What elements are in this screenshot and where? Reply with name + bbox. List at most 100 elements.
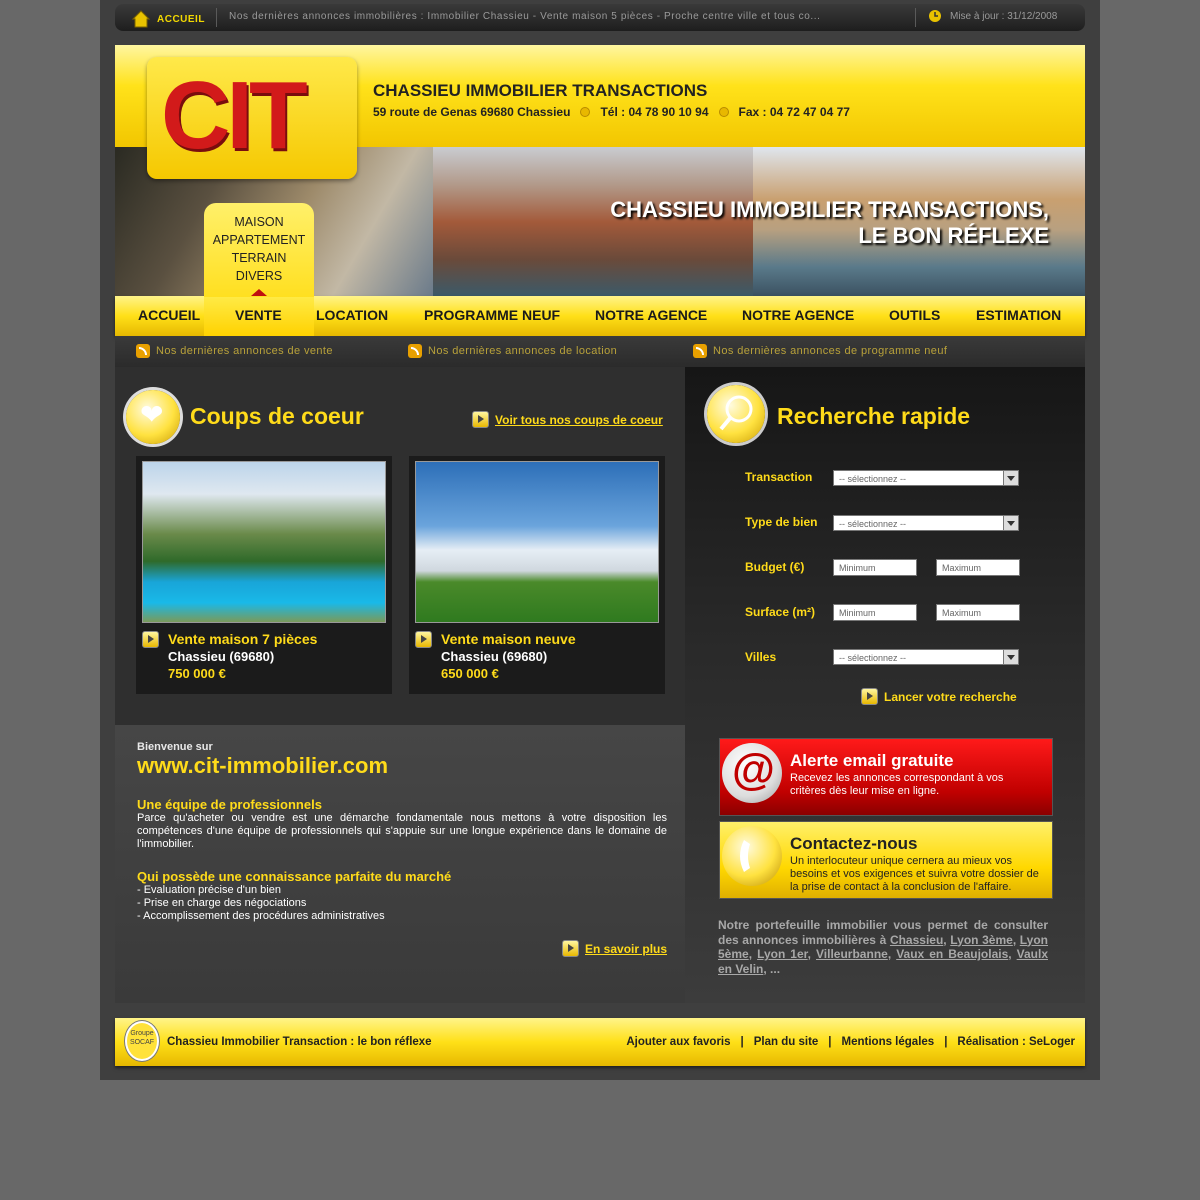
card-price: 650 000 €	[441, 666, 499, 681]
main-nav: ACCUEIL VENTE LOCATION PROGRAMME NEUF NO…	[115, 294, 1085, 336]
rss-icon	[136, 344, 150, 358]
list-item: - Evaluation précise d'un bien	[137, 884, 281, 896]
welcome-heading-1: Une équipe de professionnels	[137, 797, 322, 812]
separator: |	[828, 1036, 832, 1048]
budget-min-input[interactable]: Minimum	[833, 559, 917, 576]
favorites-title: Coups de coeur	[190, 403, 364, 429]
surface-label: Surface (m²)	[745, 605, 816, 619]
submenu-item-terrain[interactable]: TERRAIN	[204, 249, 314, 267]
news-ticker[interactable]: Nos dernières annonces immobilières : Im…	[229, 11, 909, 22]
footer-slogan: Chassieu Immobilier Transaction : le bon…	[167, 1036, 432, 1048]
update-date: Mise à jour : 31/12/2008	[928, 9, 1057, 23]
city-link[interactable]: Chassieu	[890, 933, 943, 947]
home-link[interactable]: ACCUEIL	[131, 9, 205, 29]
sitemap-link[interactable]: Plan du site	[754, 1036, 819, 1048]
credits-link[interactable]: Réalisation : SeLoger	[957, 1036, 1075, 1048]
nav-notre-agence-2[interactable]: NOTRE AGENCE	[742, 307, 854, 323]
property-type-label: Type de bien	[745, 515, 818, 529]
nav-notre-agence[interactable]: NOTRE AGENCE	[595, 307, 707, 323]
select-value: -- sélectionnez --	[839, 474, 907, 484]
see-all-favorites-link[interactable]: Voir tous nos coups de coeur	[472, 411, 663, 428]
contact-title: Contactez-nous	[790, 834, 918, 853]
rss-label: Nos dernières annonces de vente	[156, 345, 333, 357]
contact-description: Un interlocuteur unique cernera au mieux…	[790, 855, 1039, 893]
slogan-line-2: LE BON RÉFLEXE	[858, 223, 1049, 248]
budget-label: Budget (€)	[745, 560, 805, 574]
contact-banner[interactable]: Contactez-nous Un interlocuteur unique c…	[719, 821, 1053, 899]
search-title: Recherche rapide	[777, 403, 971, 429]
search-submit-button[interactable]: Lancer votre recherche	[861, 688, 1017, 705]
portfolio-ellipsis: ...	[770, 961, 781, 976]
header-banner: CIT CHASSIEU IMMOBILIER TRANSACTIONS 59 …	[115, 45, 1085, 297]
chevron-down-icon	[1003, 471, 1018, 485]
rss-icon	[693, 344, 707, 358]
property-type-select[interactable]: -- sélectionnez --	[833, 515, 1019, 531]
card-price: 750 000 €	[168, 666, 226, 681]
nav-accueil[interactable]: ACCUEIL	[138, 307, 200, 323]
property-photo-villa-pool[interactable]	[142, 461, 386, 623]
welcome-paragraph: Parce qu'acheter ou vendre est une démar…	[137, 812, 667, 850]
nav-location[interactable]: LOCATION	[316, 307, 388, 323]
favorite-card[interactable]: Vente maison 7 pièces Chassieu (69680) 7…	[136, 456, 392, 694]
budget-max-input[interactable]: Maximum	[936, 559, 1020, 576]
card-title[interactable]: Vente maison neuve	[441, 631, 576, 647]
favorite-card[interactable]: Vente maison neuve Chassieu (69680) 650 …	[409, 456, 665, 694]
transaction-select[interactable]: -- sélectionnez --	[833, 470, 1019, 486]
bullet-icon	[580, 107, 591, 117]
arrow-right-icon	[562, 940, 579, 957]
rss-icon	[408, 344, 422, 358]
card-title[interactable]: Vente maison 7 pièces	[168, 631, 317, 647]
rss-link-location[interactable]: Nos dernières annonces de location	[408, 344, 617, 358]
socaf-seal-logo: Groupe SOCAF	[125, 1021, 159, 1061]
welcome-heading-2: Qui possède une connaissance parfaite du…	[137, 869, 452, 884]
arrow-right-icon	[415, 631, 432, 648]
property-photo-new-house[interactable]	[415, 461, 659, 623]
email-alert-banner[interactable]: @ Alerte email gratuite Recevez les anno…	[719, 738, 1053, 816]
address-text: 59 route de Genas 69680 Chassieu	[373, 105, 571, 119]
submenu-item-divers[interactable]: DIVERS	[204, 267, 314, 285]
welcome-text: Bienvenue sur www.cit-immobilier.com Une…	[137, 741, 667, 923]
company-address: 59 route de Genas 69680 Chassieu Tél : 0…	[373, 105, 850, 119]
right-column: Recherche rapide Transaction -- sélectio…	[685, 367, 1085, 1003]
rss-link-vente[interactable]: Nos dernières annonces de vente	[136, 344, 333, 358]
cit-logo[interactable]: CIT	[147, 57, 357, 179]
card-city: Chassieu (69680)	[441, 649, 548, 664]
footer-links: Ajouter aux favoris | Plan du site | Men…	[626, 1036, 1075, 1048]
city-link[interactable]: Lyon 3ème	[950, 933, 1013, 947]
city-link[interactable]: Villeurbanne	[816, 947, 888, 961]
chevron-down-icon	[1003, 650, 1018, 664]
submenu-arrow-icon	[251, 289, 267, 296]
rss-label: Nos dernières annonces de location	[428, 345, 618, 357]
submenu-item-maison[interactable]: MAISON	[204, 213, 314, 231]
list-item: - Accomplissement des procédures adminis…	[137, 910, 385, 922]
logo-text: CIT	[161, 62, 308, 169]
alert-description: Recevez les annonces correspondant à vos…	[790, 772, 1004, 797]
rss-link-programme-neuf[interactable]: Nos dernières annonces de programme neuf	[693, 344, 947, 358]
learn-more-link[interactable]: En savoir plus	[562, 940, 667, 957]
separator: |	[944, 1036, 948, 1048]
heart-icon: ❤	[126, 390, 180, 444]
transaction-label: Transaction	[745, 470, 813, 484]
nav-estimation[interactable]: ESTIMATION	[976, 307, 1061, 323]
phone-text: Tél : 04 78 90 10 94	[600, 105, 709, 119]
arrow-right-icon	[861, 688, 878, 705]
sales-submenu: MAISON APPARTEMENT TERRAIN DIVERS	[204, 203, 314, 297]
select-value: -- sélectionnez --	[839, 519, 907, 529]
add-favorites-link[interactable]: Ajouter aux favoris	[626, 1036, 730, 1048]
home-icon	[131, 10, 151, 28]
nav-vente[interactable]: VENTE	[235, 307, 282, 323]
divider	[216, 8, 217, 27]
nav-outils[interactable]: OUTILS	[889, 307, 940, 323]
rss-bar: Nos dernières annonces de vente Nos dern…	[115, 336, 1085, 367]
surface-min-input[interactable]: Minimum	[833, 604, 917, 621]
fax-text: Fax : 04 72 47 04 77	[738, 105, 850, 119]
legal-notice-link[interactable]: Mentions légales	[842, 1036, 935, 1048]
surface-max-input[interactable]: Maximum	[936, 604, 1020, 621]
nav-programme-neuf[interactable]: PROGRAMME NEUF	[424, 307, 560, 323]
submenu-item-appartement[interactable]: APPARTEMENT	[204, 231, 314, 249]
city-link[interactable]: Lyon 1er	[757, 947, 808, 961]
cities-select[interactable]: -- sélectionnez --	[833, 649, 1019, 665]
services-list: - Evaluation précise d'un bien - Prise e…	[137, 884, 667, 923]
chevron-down-icon	[1003, 516, 1018, 530]
city-link[interactable]: Vaux en Beaujolais	[896, 947, 1008, 961]
